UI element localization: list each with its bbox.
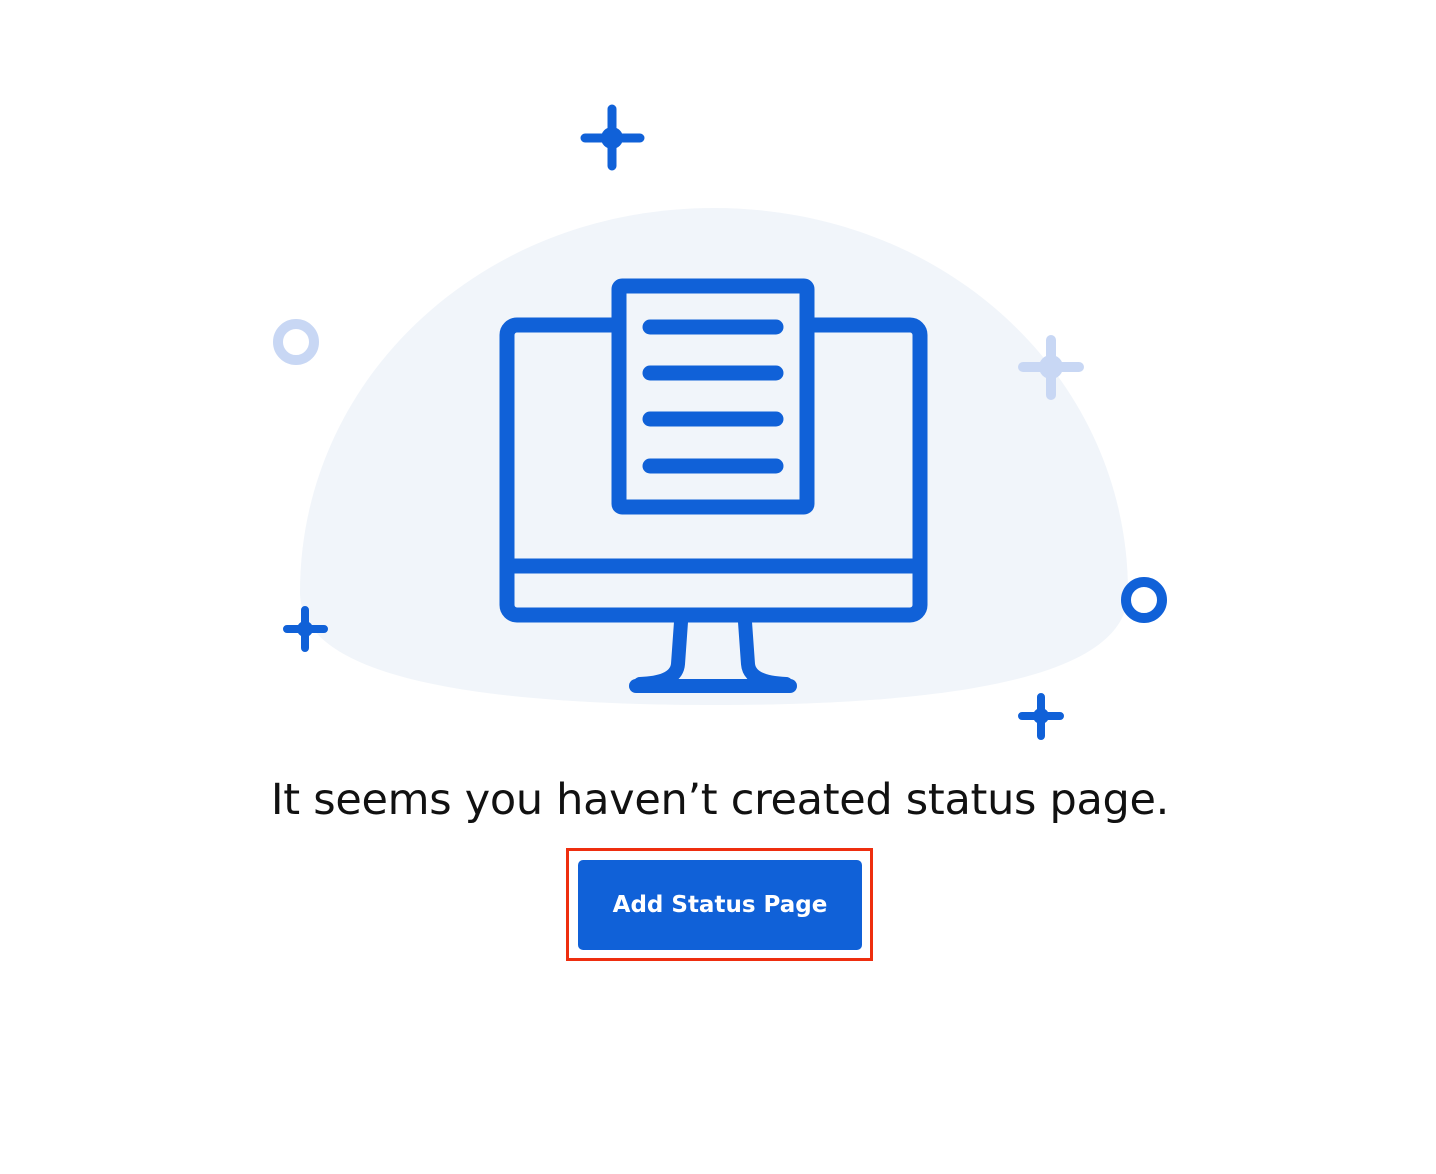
sparkle-icon	[580, 104, 645, 171]
empty-state-illustration	[273, 104, 1167, 740]
empty-state-message: It seems you haven’t created status page…	[270, 775, 1170, 825]
empty-state: It seems you haven’t created status page…	[0, 0, 1436, 1174]
sparkle-icon	[1018, 693, 1064, 740]
ring-icon	[273, 319, 319, 365]
add-status-page-button[interactable]: Add Status Page	[578, 860, 862, 950]
ring-icon	[1121, 577, 1167, 623]
